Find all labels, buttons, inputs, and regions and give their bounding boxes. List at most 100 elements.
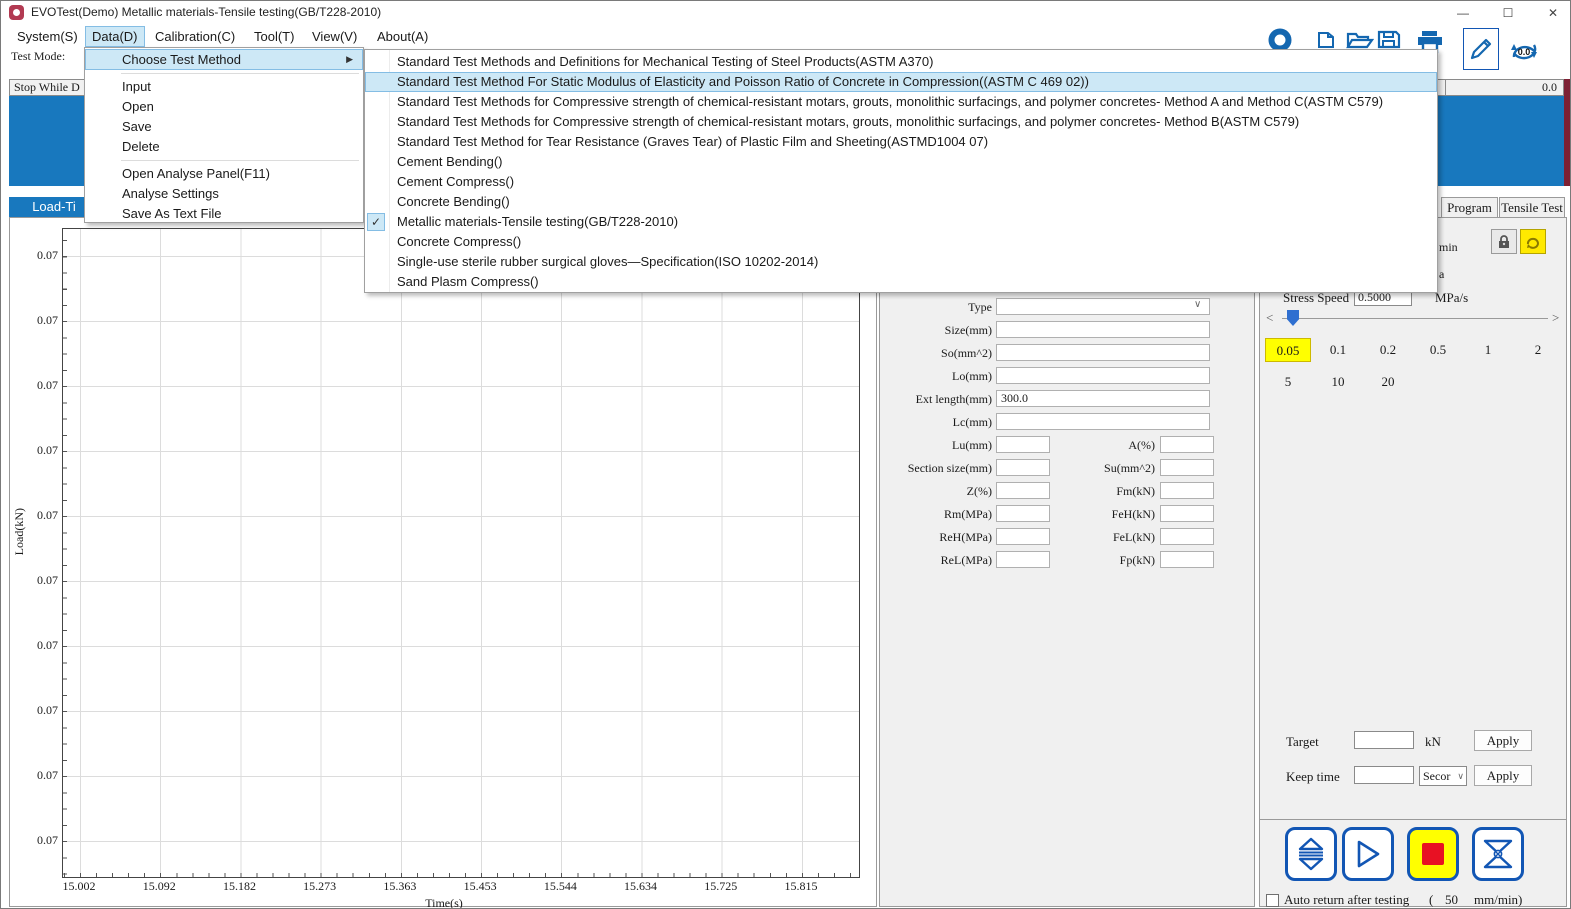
y-tick-label: 0.07 [30,442,58,458]
keep-time-unit-dropdown[interactable]: Secor ∨ [1419,766,1467,786]
speed-preset-button[interactable]: 10 [1315,370,1361,394]
data-menu-item[interactable]: Input [85,77,363,97]
test-method-item[interactable]: Standard Test Methods and Definitions fo… [365,52,1437,72]
test-method-item-label: Standard Test Method For Static Modulus … [397,74,1089,89]
form-field-input[interactable] [1160,436,1214,453]
speed-preset-button[interactable]: 2 [1515,338,1561,362]
menu-data[interactable]: Data(D) [86,27,144,46]
speed-slider-thumb[interactable] [1287,310,1299,326]
test-method-item-label: Metallic materials-Tensile testing(GB/T2… [397,214,678,229]
form-row: Section size(mm) Su(mm^2) [880,459,1254,479]
target-apply-button[interactable]: Apply [1474,730,1532,751]
form-field-input[interactable] [996,344,1210,361]
zero-reset-icon[interactable]: 0.0 [1504,37,1544,65]
speed-preset-button[interactable]: 0.05 [1265,338,1311,362]
menu-tool[interactable]: Tool(T) [248,27,300,46]
tab-program[interactable]: Program [1441,197,1498,217]
target-input[interactable] [1354,731,1414,749]
menu-system[interactable]: System(S) [11,27,84,46]
form-field-input[interactable] [1160,459,1214,476]
slider-left-arrow[interactable]: < [1266,310,1273,326]
chevron-down-icon[interactable]: ∨ [1194,299,1250,310]
form-field-input[interactable] [996,298,1210,315]
menu-about[interactable]: About(A) [371,27,434,46]
form-field-input[interactable] [1160,551,1214,568]
x-tick-label: 15.182 [199,879,279,894]
speed-preset-button[interactable]: 20 [1365,370,1411,394]
data-menu-item[interactable]: Delete [85,137,363,157]
form-field-label: Ext length(mm) [880,392,992,407]
speed-preset-button[interactable]: 0.5 [1415,338,1461,362]
speed-preset-button[interactable]: 5 [1265,370,1311,394]
stop-test-button[interactable] [1407,827,1459,881]
data-menu-item[interactable]: Analyse Settings [85,184,363,204]
plot-area[interactable] [62,228,860,878]
title-bar: EVOTest(Demo) Metallic materials-Tensile… [1,1,1570,25]
return-limit-button[interactable] [1472,827,1524,881]
form-field-input[interactable] [996,367,1210,384]
data-menu-item[interactable] [85,157,363,164]
loop-arrow-icon [1525,235,1541,249]
test-method-item[interactable]: Standard Test Method for Tear Resistance… [365,132,1437,152]
maximize-button[interactable]: ☐ [1491,1,1525,25]
menu-view[interactable]: View(V) [306,27,363,46]
speed-preset-button[interactable]: 0.2 [1365,338,1411,362]
data-menu-item[interactable]: Open Analyse Panel(F11) [85,164,363,184]
y-tick-label: 0.07 [30,767,58,783]
speed-preset-button[interactable]: 0.1 [1315,338,1361,362]
keep-time-apply-button[interactable]: Apply [1474,765,1532,786]
test-method-item[interactable]: Single-use sterile rubber surgical glove… [365,252,1437,272]
speed-preset-button[interactable]: 1 [1465,338,1511,362]
test-method-item[interactable]: Sand Plasm Compress() [365,272,1437,292]
form-field-input[interactable] [996,321,1210,338]
form-field-label: Fm(kN) [1040,484,1155,499]
auto-return-checkbox[interactable] [1266,894,1279,907]
edit-pencil-icon[interactable] [1463,28,1499,70]
data-menu-item-label: Delete [122,139,160,154]
stop-while-dropdown[interactable]: Stop While D [9,79,89,96]
slider-right-arrow[interactable]: > [1552,310,1559,326]
close-button[interactable]: ✕ [1536,1,1570,25]
data-menu-item[interactable]: Save [85,117,363,137]
target-label: Target [1286,734,1319,750]
save-icon[interactable] [1377,30,1401,49]
repeat-loop-button[interactable] [1520,229,1546,254]
tab-tensile-test[interactable]: Tensile Test [1499,197,1565,217]
keep-time-input[interactable] [1354,766,1414,784]
form-row: Lu(mm) A(%) [880,436,1254,456]
x-axis-tick-labels: 15.00215.09215.18215.27315.36315.45315.5… [39,879,841,894]
test-method-item[interactable]: ✓ Metallic materials-Tensile testing(GB/… [365,212,1437,232]
test-method-item[interactable]: Cement Bending() [365,152,1437,172]
test-method-item[interactable]: Cement Compress() [365,172,1437,192]
menu-calibration[interactable]: Calibration(C) [149,27,241,46]
x-tick-label: 15.002 [39,879,119,894]
data-menu-item[interactable] [85,70,363,77]
test-method-item[interactable]: Concrete Bending() [365,192,1437,212]
start-test-button[interactable] [1342,827,1394,881]
y-tick-label: 0.07 [30,572,58,588]
new-file-icon[interactable] [1315,30,1337,49]
open-folder-icon[interactable] [1346,31,1374,49]
test-method-item[interactable]: Standard Test Method For Static Modulus … [365,72,1437,92]
form-field-input[interactable] [1160,528,1214,545]
test-method-item[interactable]: Concrete Compress() [365,232,1437,252]
jog-up-down-button[interactable] [1285,827,1337,881]
lock-button[interactable] [1491,229,1517,254]
target-unit: kN [1425,734,1441,750]
test-method-item[interactable]: Standard Test Methods for Compressive st… [365,112,1437,132]
form-field-label: Lo(mm) [880,369,992,384]
form-field-input[interactable] [996,413,1210,430]
form-field-input[interactable] [1160,482,1214,499]
data-menu-item[interactable]: Save As Text File [85,204,363,224]
minimize-button[interactable]: — [1446,1,1480,25]
data-menu-item[interactable]: Choose Test Method ▶ [85,49,363,70]
test-method-item[interactable]: Standard Test Methods for Compressive st… [365,92,1437,112]
form-field-label: FeH(kN) [1040,507,1155,522]
data-menu-item[interactable]: Open [85,97,363,117]
form-row: ReH(MPa) FeL(kN) [880,528,1254,548]
form-field-input[interactable] [1160,505,1214,522]
form-field-input[interactable]: 300.0 [996,390,1210,407]
form-field-label: ReL(MPa) [880,553,992,568]
form-row: Lc(mm) [880,413,1254,433]
speed-slider-track[interactable] [1282,318,1548,319]
